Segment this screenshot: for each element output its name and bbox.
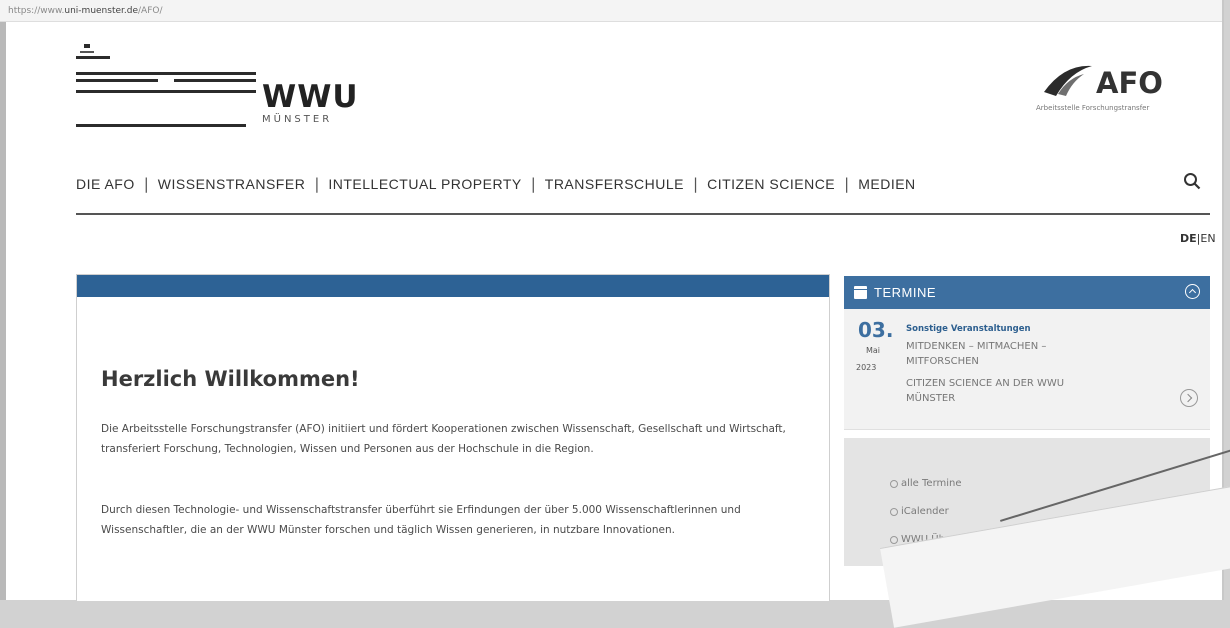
main-nav: DIE AFO | WISSENSTRANSFER | INTELLECTUAL… bbox=[76, 172, 916, 196]
nav-separator: | bbox=[314, 175, 320, 193]
nav-item-medien[interactable]: MEDIEN bbox=[858, 176, 915, 192]
nav-separator: | bbox=[844, 175, 850, 193]
lang-de[interactable]: DE bbox=[1180, 232, 1197, 245]
afo-logo[interactable]: AFO Arbeitsstelle Forschungstransfer bbox=[1030, 60, 1202, 122]
browser-screen: https://www.uni-muenster.de/AFO/ WWU MÜN… bbox=[0, 0, 1224, 601]
url-domain: uni-muenster.de bbox=[64, 6, 138, 16]
nav-separator: | bbox=[693, 175, 699, 193]
event-subtitle: CITIZEN SCIENCE AN DER WWU MÜNSTER bbox=[906, 378, 1065, 404]
window-edge bbox=[0, 22, 6, 600]
url-bar[interactable]: https://www.uni-muenster.de/AFO/ bbox=[0, 0, 1222, 22]
collapse-icon[interactable] bbox=[1185, 284, 1200, 299]
logo-dome-icon bbox=[84, 44, 90, 48]
wwu-logo-text: WWU bbox=[262, 79, 359, 115]
logo-bar bbox=[76, 90, 256, 93]
event-year: 2023 bbox=[856, 363, 877, 372]
logo-bar bbox=[174, 79, 256, 82]
link-label: iCalender bbox=[901, 506, 949, 517]
event-day: 03. bbox=[858, 318, 894, 342]
termine-title: TERMINE bbox=[874, 285, 936, 300]
logo-bar bbox=[76, 72, 256, 75]
event-title: MITDENKEN – MITMACHEN – MITFORSCHEN bbox=[906, 341, 1047, 367]
calendar-icon bbox=[854, 286, 867, 299]
welcome-header-band bbox=[77, 275, 829, 297]
link-label: alle Termine bbox=[901, 478, 962, 489]
logo-bar bbox=[76, 79, 158, 82]
nav-separator: | bbox=[530, 175, 536, 193]
nav-item-citizen-science[interactable]: CITIZEN SCIENCE bbox=[707, 176, 835, 192]
arrow-circle-icon bbox=[890, 535, 898, 544]
event-month: Mai bbox=[866, 346, 881, 355]
logo-roof-icon bbox=[80, 51, 94, 53]
afo-logo-text: AFO bbox=[1096, 66, 1163, 100]
nav-item-wissenstransfer[interactable]: WISSENSTRANSFER bbox=[158, 176, 306, 192]
link-icalender[interactable]: iCalender bbox=[890, 506, 949, 517]
chevron-right-icon[interactable] bbox=[1180, 389, 1198, 407]
nav-item-die-afo[interactable]: DIE AFO bbox=[76, 176, 135, 192]
event-category: Sonstige Veranstaltungen bbox=[906, 324, 1031, 334]
arrow-circle-icon bbox=[890, 479, 898, 488]
logo-bar bbox=[76, 124, 246, 127]
wwu-logo-subtext: MÜNSTER bbox=[262, 114, 333, 125]
afo-swoosh-icon bbox=[1044, 65, 1092, 96]
event-item[interactable]: 03. Mai 2023 Sonstige Veranstaltungen MI… bbox=[844, 309, 1210, 430]
nav-divider bbox=[76, 213, 1210, 215]
nav-separator: | bbox=[143, 175, 149, 193]
nav-item-transferschule[interactable]: TRANSFERSCHULE bbox=[545, 176, 684, 192]
url-prefix: https://www. bbox=[8, 6, 65, 16]
search-icon[interactable] bbox=[1183, 172, 1201, 190]
welcome-box: Herzlich Willkommen! Die Arbeitsstelle F… bbox=[76, 274, 830, 601]
language-switch: DE|EN bbox=[1180, 232, 1216, 245]
page-title: Herzlich Willkommen! bbox=[101, 367, 360, 391]
logo-bar bbox=[76, 56, 110, 59]
lang-en[interactable]: EN bbox=[1200, 232, 1215, 245]
arrow-circle-icon bbox=[890, 507, 898, 516]
link-alle-termine[interactable]: alle Termine bbox=[890, 478, 962, 489]
url-path: /AFO/ bbox=[138, 6, 163, 16]
wwu-logo[interactable]: WWU MÜNSTER bbox=[76, 44, 376, 136]
transfer-paragraph: Durch diesen Technologie- und Wissenscha… bbox=[101, 504, 741, 536]
afo-logo-subtext: Arbeitsstelle Forschungstransfer bbox=[1036, 104, 1150, 112]
termine-header[interactable]: TERMINE bbox=[844, 276, 1210, 309]
intro-paragraph: Die Arbeitsstelle Forschungstransfer (AF… bbox=[101, 423, 786, 455]
nav-item-intellectual-property[interactable]: INTELLECTUAL PROPERTY bbox=[328, 176, 521, 192]
